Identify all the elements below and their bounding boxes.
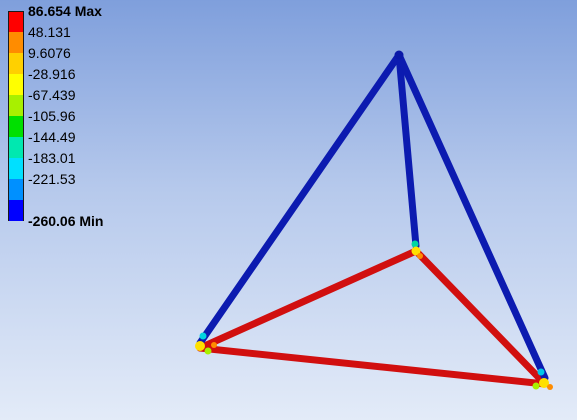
graphics-viewport[interactable]: 86.654 Max 48.131 9.6076 -28.916 -67.439…: [0, 0, 577, 420]
truss-model: [195, 50, 553, 390]
upper-member-right: [395, 51, 549, 382]
joint-top: [394, 50, 404, 60]
base-member-right: [412, 247, 549, 388]
joint-back: [411, 240, 423, 259]
base-member-front: [196, 344, 549, 388]
